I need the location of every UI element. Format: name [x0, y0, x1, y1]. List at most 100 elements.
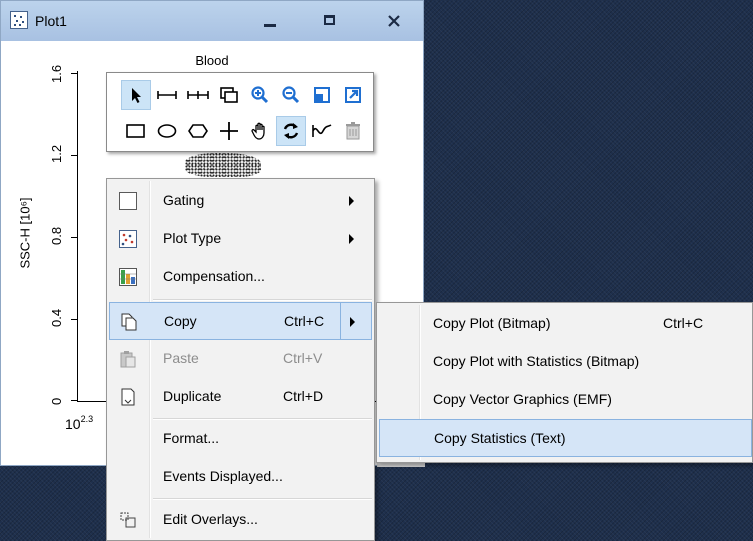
- menu-item-label: Plot Type: [163, 230, 222, 246]
- gating-toolbar: [106, 72, 374, 152]
- polygon-gate-button[interactable]: [183, 116, 213, 146]
- rotate-button[interactable]: [276, 116, 306, 146]
- zoom-in-icon: [251, 86, 269, 104]
- menu-item-compensation[interactable]: Compensation...: [109, 258, 372, 296]
- gate-icon: [119, 192, 137, 210]
- menu-item-label: Copy Plot (Bitmap): [433, 315, 551, 331]
- y-tick-mark: [71, 319, 77, 320]
- compensation-matrix-icon: [119, 268, 137, 286]
- menu-item-label: Copy Plot with Statistics (Bitmap): [433, 353, 640, 369]
- minimize-button[interactable]: [253, 9, 287, 33]
- menu-item-paste[interactable]: Paste Ctrl+V: [109, 340, 372, 378]
- submenu-arrow-icon: [350, 317, 355, 327]
- spline-gate-button[interactable]: [307, 116, 337, 146]
- dot-plot-icon: [119, 230, 137, 248]
- duplicate-icon: [119, 388, 137, 406]
- submenu-split-line: [340, 303, 341, 339]
- minimize-icon: [264, 24, 276, 27]
- y-tick-label: 1.2: [49, 144, 64, 163]
- menu-item-copy[interactable]: Copy Ctrl+C: [109, 302, 372, 340]
- range-gate-icon: [157, 91, 177, 99]
- menu-item-label: Paste: [163, 350, 199, 366]
- menu-item-plot-type[interactable]: Plot Type: [109, 220, 372, 258]
- zoom-in-button[interactable]: [245, 80, 275, 110]
- y-tick-mark: [71, 73, 77, 74]
- menu-separator: [153, 299, 372, 301]
- y-tick-mark: [71, 237, 77, 238]
- x-tick-exponent: 2.3: [80, 414, 94, 424]
- close-button[interactable]: [377, 9, 411, 33]
- submenu-item-copy-plot-bitmap[interactable]: Copy Plot (Bitmap) Ctrl+C: [379, 305, 752, 343]
- menu-item-label: Duplicate: [163, 388, 222, 404]
- pan-hand-icon: [251, 122, 265, 140]
- ellipse-gate-icon: [157, 124, 177, 138]
- y-tick-mark: [71, 400, 77, 401]
- pointer-icon: [132, 88, 141, 103]
- spline-gate-icon: [312, 124, 332, 137]
- bi-range-gate-icon: [187, 91, 209, 99]
- menu-item-label: Gating: [163, 192, 205, 208]
- submenu-item-copy-vector-graphics[interactable]: Copy Vector Graphics (EMF): [379, 381, 752, 419]
- menu-item-duplicate[interactable]: Duplicate Ctrl+D: [109, 378, 372, 416]
- menu-item-shortcut: Ctrl+C: [284, 313, 325, 329]
- copy-gate-button[interactable]: [214, 80, 244, 110]
- shrink-axis-button[interactable]: [307, 80, 337, 110]
- zoom-out-icon: [282, 86, 300, 104]
- quadrant-gate-icon: [220, 122, 238, 140]
- rotate-icon: [283, 123, 299, 139]
- copy-gate-icon: [220, 87, 238, 103]
- menu-item-shortcut: Ctrl+D: [283, 388, 324, 404]
- ellipse-gate-button[interactable]: [152, 116, 182, 146]
- menu-item-gating[interactable]: Gating: [109, 182, 372, 220]
- pointer-tool-button[interactable]: [121, 80, 151, 110]
- menu-item-edit-overlays[interactable]: Edit Overlays...: [109, 501, 372, 539]
- window-title: Plot1: [35, 13, 67, 29]
- menu-item-events-displayed[interactable]: Events Displayed...: [109, 458, 372, 496]
- x-tick-base: 10: [65, 416, 81, 432]
- quadrant-gate-button[interactable]: [214, 116, 244, 146]
- shrink-axis-icon: [314, 87, 330, 103]
- maximize-icon: [324, 15, 335, 25]
- zoom-out-button[interactable]: [276, 80, 306, 110]
- submenu-arrow-icon: [349, 234, 354, 244]
- maximize-button[interactable]: [313, 9, 347, 33]
- submenu-arrow-icon: [349, 196, 354, 206]
- delete-gate-button[interactable]: [338, 116, 368, 146]
- pan-hand-button[interactable]: [245, 116, 275, 146]
- bi-range-gate-button[interactable]: [183, 80, 213, 110]
- submenu-item-copy-statistics-text[interactable]: Copy Statistics (Text): [379, 419, 752, 457]
- plot-title: Blood: [195, 53, 229, 68]
- scatter-population: [185, 153, 261, 177]
- window-titlebar[interactable]: Plot1: [1, 1, 423, 41]
- y-tick-label: 0.4: [49, 308, 64, 327]
- delete-gate-icon: [346, 122, 360, 140]
- context-menu: Gating Plot Type Compensation... Copy Ct…: [106, 178, 375, 541]
- rectangle-gate-button[interactable]: [121, 116, 151, 146]
- x-tick-label: 102.3: [65, 414, 94, 432]
- menu-item-shortcut: Ctrl+V: [283, 350, 323, 366]
- overlay-icon: [119, 511, 137, 529]
- y-tick-label: 1.6: [49, 64, 64, 83]
- close-icon: [388, 15, 400, 27]
- copy-icon: [120, 313, 138, 331]
- submenu-item-copy-plot-with-statistics[interactable]: Copy Plot with Statistics (Bitmap): [379, 343, 752, 381]
- y-tick-label: 0.8: [49, 226, 64, 245]
- expand-axis-icon: [345, 87, 361, 103]
- menu-item-format[interactable]: Format...: [109, 420, 372, 458]
- copy-submenu: Copy Plot (Bitmap) Ctrl+C Copy Plot with…: [376, 302, 753, 463]
- y-tick-label: 0: [49, 397, 64, 405]
- menu-item-label: Compensation...: [163, 268, 265, 284]
- polygon-gate-icon: [188, 124, 208, 138]
- expand-axis-button[interactable]: [338, 80, 368, 110]
- menu-separator: [153, 498, 372, 500]
- menu-item-label: Events Displayed...: [163, 468, 283, 484]
- rectangle-gate-icon: [126, 124, 145, 138]
- menu-item-label: Copy Statistics (Text): [434, 430, 566, 446]
- menu-item-shortcut: Ctrl+C: [663, 315, 704, 331]
- range-gate-button[interactable]: [152, 80, 182, 110]
- menu-item-label: Copy Vector Graphics (EMF): [433, 391, 612, 407]
- menu-item-label: Format...: [163, 430, 220, 446]
- y-axis-label: SSC-H [10⁶]: [17, 197, 33, 269]
- menu-item-label: Edit Overlays...: [163, 511, 258, 527]
- dot-plot-icon: [10, 11, 28, 29]
